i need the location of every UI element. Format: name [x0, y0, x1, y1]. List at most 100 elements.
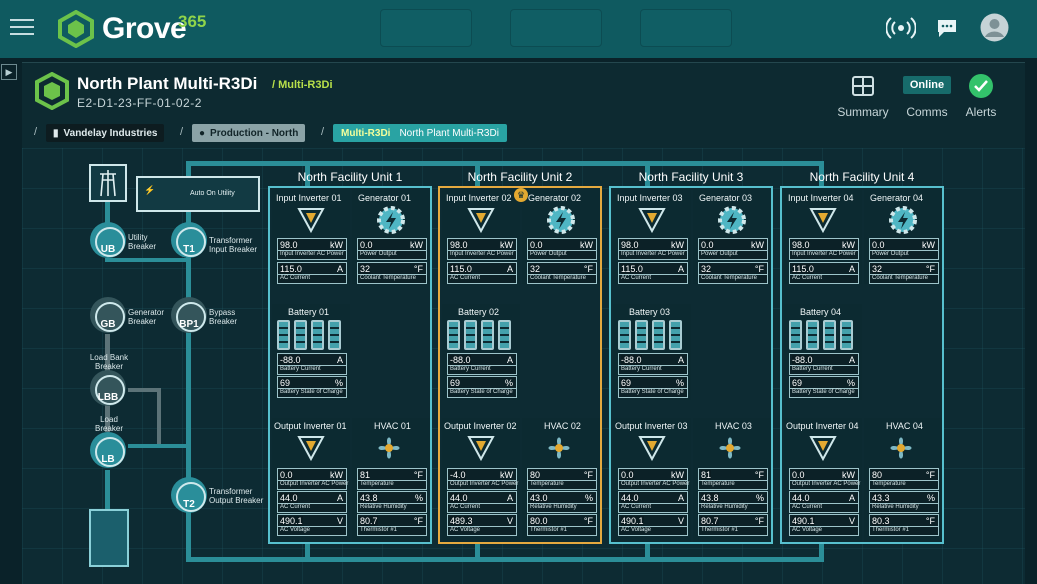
- unit3-gen-power-label: Power Output: [701, 251, 738, 257]
- breaker-gb[interactable]: GB: [90, 297, 126, 333]
- utility-tower-icon: [89, 164, 127, 202]
- topbar-slot-2[interactable]: [510, 9, 602, 47]
- unit2-hvac-th-unit: °F: [583, 516, 593, 526]
- unit2-battery[interactable]: Battery 02 -88.0 A Battery Current 69 % …: [442, 304, 520, 400]
- breaker-lb[interactable]: LB: [90, 432, 126, 468]
- unit2-bat-current-unit: A: [506, 355, 513, 365]
- alerts-check-icon[interactable]: [969, 74, 993, 98]
- unit2-hvac-th: 80.0 °F Thermistor #1: [527, 514, 597, 536]
- unit4-oi-current: 44.0 A AC Current: [789, 491, 859, 513]
- unit3-ii-current-unit: A: [677, 264, 684, 274]
- unit2-hvac-label: HVAC 02: [544, 421, 581, 431]
- unit2-hvac-th-value: 80.0: [530, 516, 548, 526]
- unit2-hvac-th-label: Thermistor #1: [530, 527, 568, 533]
- unit3-bat-current-value: -88.0: [621, 355, 642, 365]
- generator-gear-icon: [715, 203, 749, 242]
- unit1-hvac-temp: 81 °F Temperature: [357, 468, 427, 490]
- unit4-gen-temp-unit: °F: [925, 264, 935, 274]
- summary-button[interactable]: Summary: [833, 105, 893, 119]
- unit2-oi-voltage-value: 489.3: [450, 516, 473, 526]
- unit3-hvac-temp-value: 81: [701, 470, 712, 480]
- unit3-gen-temp-value: 32: [701, 264, 712, 274]
- unit1-input-inverter[interactable]: Input Inverter 01 98.0 kW Input Inverter…: [272, 190, 350, 284]
- breaker-bp1-label: Bypass Breaker: [209, 308, 238, 326]
- unit2-ii-current: 115.0 A AC Current: [447, 262, 517, 284]
- breaker-lbb-code: LBB: [97, 391, 119, 403]
- rise-u1: [305, 542, 310, 560]
- breaker-t2-code: T2: [183, 498, 195, 510]
- unit1-oi-voltage-value: 490.1: [280, 516, 303, 526]
- summary-grid-icon[interactable]: [852, 76, 874, 96]
- unit3-bat-current: -88.0 A Battery Current: [618, 353, 688, 375]
- fan-icon: [884, 431, 918, 470]
- battery-icon: [669, 320, 682, 350]
- unit3-oi-power-unit: kW: [671, 470, 684, 480]
- unit4-bat-current-value: -88.0: [792, 355, 813, 365]
- unit2-input-inverter[interactable]: Input Inverter 02 98.0 kW Input Inverter…: [442, 190, 520, 284]
- unit4-battery[interactable]: Battery 04 -88.0 A Battery Current 69 % …: [784, 304, 862, 400]
- unit3-oi-voltage-value: 490.1: [621, 516, 644, 526]
- unit3-battery[interactable]: Battery 03 -88.0 A Battery Current 69 % …: [613, 304, 691, 400]
- unit2-gen-label: Generator 02: [528, 193, 582, 203]
- breaker-lbb[interactable]: LBB: [90, 370, 126, 406]
- unit4-output-inverter[interactable]: Output Inverter 04 0.0 kW Output Inverte…: [784, 418, 862, 542]
- unit2-hvac[interactable]: HVAC 02 80 °F Temperature 43.0 % Relativ…: [522, 418, 600, 542]
- unit3-oi-label: Output Inverter 03: [615, 421, 688, 431]
- breadcrumb-site-label: Production - North: [210, 127, 299, 139]
- breadcrumb-org[interactable]: ▮ Vandelay Industries: [46, 124, 165, 142]
- comms-button[interactable]: Comms: [897, 105, 957, 119]
- topbar-slot-3[interactable]: [640, 9, 732, 47]
- unit3-card[interactable]: Input Inverter 03 98.0 kW Input Inverter…: [609, 186, 773, 544]
- unit4-hvac-temp-value: 80: [872, 470, 883, 480]
- unit3-output-inverter[interactable]: Output Inverter 03 0.0 kW Output Inverte…: [613, 418, 691, 542]
- breadcrumb-device-name: North Plant Multi-R3Di: [399, 127, 499, 139]
- unit4-hvac[interactable]: HVAC 04 80 °F Temperature 43.3 % Relativ…: [864, 418, 942, 542]
- unit3-hvac-th-value: 80.7: [701, 516, 719, 526]
- unit4-hvac-th: 80.3 °F Thermistor #1: [869, 514, 939, 536]
- breadcrumb-device[interactable]: Multi-R3Di North Plant Multi-R3Di: [333, 124, 507, 142]
- unit1-ii-label: Input Inverter 01: [276, 193, 342, 203]
- alerts-button[interactable]: Alerts: [951, 105, 1011, 119]
- unit4-oi-power: 0.0 kW Output Inverter AC Power: [789, 468, 860, 490]
- unit1-battery[interactable]: Battery 01 -88.0 A Battery Current 69 % …: [272, 304, 350, 400]
- breaker-ub[interactable]: UB: [90, 222, 126, 258]
- chat-icon[interactable]: [936, 18, 958, 38]
- unit1-output-inverter[interactable]: Output Inverter 01 0.0 kW Output Inverte…: [272, 418, 350, 542]
- user-avatar-icon[interactable]: [980, 13, 1009, 42]
- sidebar-toggle-icon[interactable]: ▶: [1, 64, 17, 80]
- unit1-generator[interactable]: Generator 01 0.0 kW Power Output 32 °F C…: [352, 190, 430, 284]
- unit3-input-inverter[interactable]: Input Inverter 03 98.0 kW Input Inverter…: [613, 190, 691, 284]
- unit2-output-inverter[interactable]: Output Inverter 02 -4.0 kW Output Invert…: [442, 418, 520, 542]
- breaker-t1[interactable]: T1: [171, 222, 207, 258]
- unit1-hvac[interactable]: HVAC 01 81 °F Temperature 43.8 % Relativ…: [352, 418, 430, 542]
- unit4-hvac-temp: 80 °F Temperature: [869, 468, 939, 490]
- unit3-gen-temp-label: Coolant Temperature: [701, 275, 757, 281]
- hamburger-menu-icon[interactable]: [10, 19, 34, 37]
- battery-icon: [294, 320, 307, 350]
- breaker-bp1[interactable]: BP1: [171, 297, 207, 333]
- breaker-t2[interactable]: T2: [171, 477, 207, 513]
- breadcrumb-site[interactable]: ● Production - North: [192, 124, 306, 142]
- unit2-title: North Facility Unit 2: [467, 170, 573, 184]
- broadcast-icon[interactable]: [886, 14, 916, 42]
- auto-on-utility-panel[interactable]: ⚡ Auto On Utility: [136, 176, 260, 212]
- unit4-generator[interactable]: Generator 04 0.0 kW Power Output 32 °F C…: [864, 190, 942, 284]
- unit2-ii-power-unit: kW: [500, 240, 513, 250]
- unit1-bat-soc-value: 69: [280, 378, 291, 388]
- unit4-input-inverter[interactable]: Input Inverter 04 98.0 kW Input Inverter…: [784, 190, 862, 284]
- unit1-card[interactable]: Input Inverter 01 98.0 kW Input Inverter…: [268, 186, 432, 544]
- unit2-bat-current: -88.0 A Battery Current: [447, 353, 517, 375]
- unit1-gen-power-unit: kW: [410, 240, 423, 250]
- fan-icon: [713, 431, 747, 470]
- unit3-generator[interactable]: Generator 03 0.0 kW Power Output 32 °F C…: [693, 190, 771, 284]
- device-id: E2-D1-23-FF-01-02-2: [77, 96, 202, 110]
- unit3-hvac[interactable]: HVAC 03 81 °F Temperature 43.8 % Relativ…: [693, 418, 771, 542]
- breadcrumb-device-model: Multi-R3Di: [341, 127, 391, 139]
- breadcrumb-separator: /: [34, 126, 38, 138]
- unit2-card[interactable]: Input Inverter 02 98.0 kW Input Inverter…: [438, 186, 602, 544]
- unit4-bat-current-unit: A: [848, 355, 855, 365]
- topbar-slot-1[interactable]: [380, 9, 472, 47]
- unit2-generator[interactable]: Generator 02 0.0 kW Power Output 32 °F C…: [522, 190, 600, 284]
- unit4-card[interactable]: Input Inverter 04 98.0 kW Input Inverter…: [780, 186, 944, 544]
- unit1-gen-power-label: Power Output: [360, 251, 397, 257]
